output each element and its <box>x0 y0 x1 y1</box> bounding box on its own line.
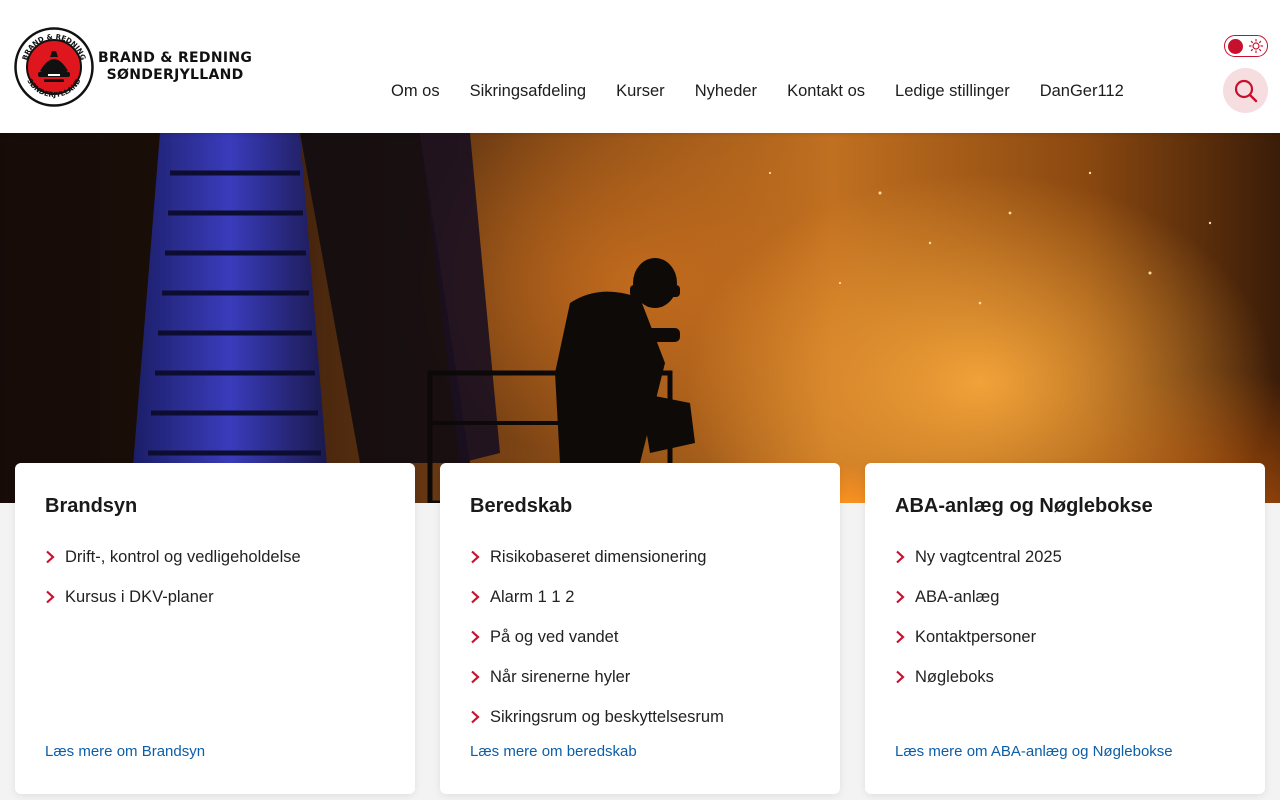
toggle-knob <box>1228 38 1243 54</box>
card-link-list: Ny vagtcentral 2025 ABA-anlæg Kontaktper… <box>895 537 1235 697</box>
chevron-right-icon <box>46 550 55 564</box>
list-item-label: Drift-, kontrol og vedligeholdelse <box>65 547 301 566</box>
list-item[interactable]: Kontaktpersoner <box>895 617 1235 657</box>
site-header: BRAND & REDNING SØNDERJYLLAND BRAND & RE… <box>0 0 1280 133</box>
card-beredskab: Beredskab Risikobaseret dimensionering A… <box>440 463 840 794</box>
list-item-label: Ny vagtcentral 2025 <box>915 547 1062 566</box>
brand-seal-logo: BRAND & REDNING SØNDERJYLLAND <box>14 27 94 107</box>
list-item-label: Nøgleboks <box>915 667 994 686</box>
service-cards: Brandsyn Drift-, kontrol og vedligeholde… <box>15 463 1265 794</box>
list-item[interactable]: Drift-, kontrol og vedligeholdelse <box>45 537 385 577</box>
card-title: ABA-anlæg og Nøglebokse <box>895 495 1153 517</box>
list-item[interactable]: Alarm 1 1 2 <box>470 577 810 617</box>
list-item-label: Alarm 1 1 2 <box>490 587 575 606</box>
brand-wordmark: BRAND & REDNING SØNDERJYLLAND <box>98 50 252 84</box>
nav-item-kurser[interactable]: Kurser <box>601 78 680 104</box>
site-logo[interactable]: BRAND & REDNING SØNDERJYLLAND BRAND & RE… <box>14 27 252 107</box>
chevron-right-icon <box>471 630 480 644</box>
brand-name-line2: SØNDERJYLLAND <box>106 67 244 83</box>
list-item[interactable]: ABA-anlæg <box>895 577 1235 617</box>
theme-toggle[interactable] <box>1224 35 1268 57</box>
nav-item-ledige-stillinger[interactable]: Ledige stillinger <box>880 78 1025 104</box>
chevron-right-icon <box>46 590 55 604</box>
list-item-label: Når sirenerne hyler <box>490 667 631 686</box>
chevron-right-icon <box>471 550 480 564</box>
nav-item-danger112[interactable]: DanGer112 <box>1025 78 1139 104</box>
list-item-label: ABA-anlæg <box>915 587 1000 606</box>
card-aba-anlaeg: ABA-anlæg og Nøglebokse Ny vagtcentral 2… <box>865 463 1265 794</box>
chevron-right-icon <box>896 590 905 604</box>
list-item[interactable]: Risikobaseret dimensionering <box>470 537 810 577</box>
card-link-list: Drift-, kontrol og vedligeholdelse Kursu… <box>45 537 385 617</box>
list-item-label: Sikringsrum og beskyttelsesrum <box>490 707 724 726</box>
nav-item-om-os[interactable]: Om os <box>376 78 455 104</box>
chevron-right-icon <box>896 630 905 644</box>
list-item[interactable]: Nøgleboks <box>895 657 1235 697</box>
sun-icon <box>1248 38 1264 54</box>
list-item-label: Kursus i DKV-planer <box>65 587 214 606</box>
read-more-link[interactable]: Læs mere om ABA-anlæg og Nøglebokse <box>895 743 1173 760</box>
read-more-link[interactable]: Læs mere om beredskab <box>470 743 637 760</box>
nav-item-kontakt-os[interactable]: Kontakt os <box>772 78 880 104</box>
card-title: Beredskab <box>470 495 573 517</box>
read-more-link[interactable]: Læs mere om Brandsyn <box>45 743 205 760</box>
list-item-label: Kontaktpersoner <box>915 627 1037 646</box>
search-icon <box>1234 79 1257 102</box>
nav-item-sikringsafdeling[interactable]: Sikringsafdeling <box>455 78 601 104</box>
search-button[interactable] <box>1223 68 1268 113</box>
card-link-list: Risikobaseret dimensionering Alarm 1 1 2… <box>470 537 810 737</box>
nav-item-nyheder[interactable]: Nyheder <box>680 78 772 104</box>
list-item-label: Risikobaseret dimensionering <box>490 547 707 566</box>
chevron-right-icon <box>471 590 480 604</box>
hero-firefighter-photo <box>0 133 1212 503</box>
list-item-label: På og ved vandet <box>490 627 619 646</box>
list-item[interactable]: Sikringsrum og beskyttelsesrum <box>470 697 810 737</box>
list-item[interactable]: Kursus i DKV-planer <box>45 577 385 617</box>
list-item[interactable]: Når sirenerne hyler <box>470 657 810 697</box>
list-item[interactable]: På og ved vandet <box>470 617 810 657</box>
card-title: Brandsyn <box>45 495 138 517</box>
chevron-right-icon <box>896 550 905 564</box>
chevron-right-icon <box>471 710 480 724</box>
card-brandsyn: Brandsyn Drift-, kontrol og vedligeholde… <box>15 463 415 794</box>
chevron-right-icon <box>471 670 480 684</box>
hero-image <box>0 133 1280 503</box>
main-navigation: Om os Sikringsafdeling Kurser Nyheder Ko… <box>376 78 1139 104</box>
brand-name-line1: BRAND & REDNING <box>98 50 253 66</box>
list-item[interactable]: Ny vagtcentral 2025 <box>895 537 1235 577</box>
chevron-right-icon <box>896 670 905 684</box>
